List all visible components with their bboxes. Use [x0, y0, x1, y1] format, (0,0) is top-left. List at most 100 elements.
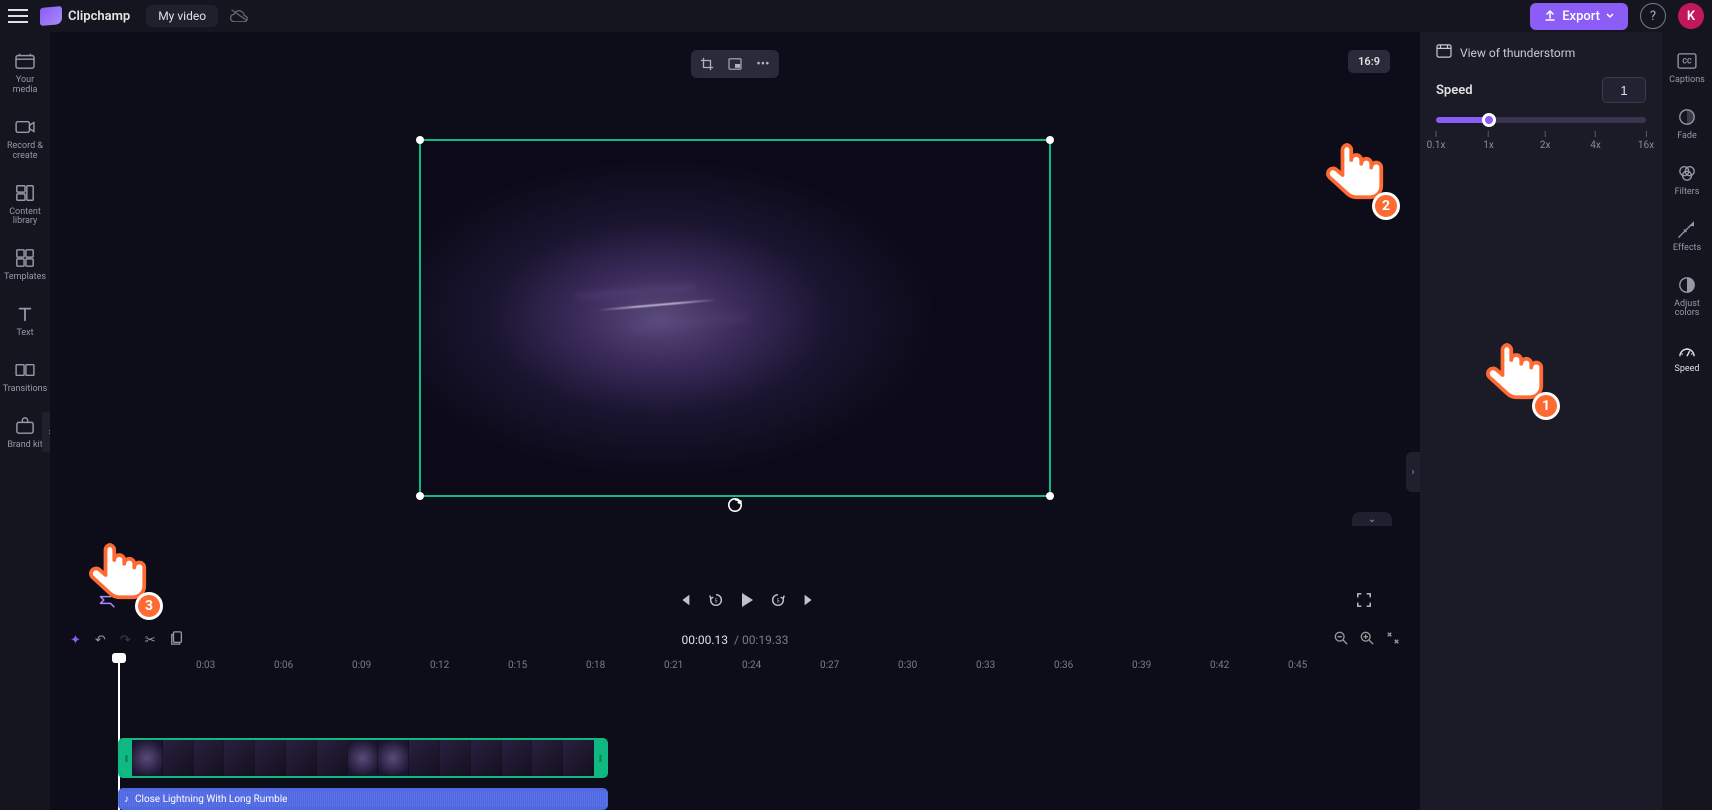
ai-sparkle-button[interactable]: [98, 590, 118, 614]
timeline-ruler[interactable]: 0:030:060:090:120:150:180:210:240:270:30…: [118, 658, 1410, 678]
svg-text:5: 5: [715, 599, 718, 605]
ruler-label: 0:15: [508, 660, 527, 671]
ruler-label: 0:33: [976, 660, 995, 671]
sidebar-item-record-create[interactable]: Record & create: [3, 110, 47, 168]
slider-tick: 2x: [1540, 131, 1551, 151]
help-button[interactable]: ?: [1640, 3, 1666, 29]
speed-label: Speed: [1436, 83, 1473, 98]
duplicate-button[interactable]: [170, 630, 184, 650]
aspect-ratio-button[interactable]: 16:9: [1348, 50, 1390, 73]
left-sidebar: Your media Record & create Content libra…: [0, 32, 50, 810]
right-tab-speed[interactable]: Speed: [1665, 333, 1709, 381]
ruler-label: 0:12: [430, 660, 449, 671]
collapse-timeline-button[interactable]: ⌄: [1352, 512, 1392, 526]
resize-handle-br[interactable]: [1046, 492, 1054, 500]
resize-handle-tr[interactable]: [1046, 136, 1054, 144]
menu-button[interactable]: [8, 6, 28, 26]
sidebar-item-content-library[interactable]: Content library: [3, 176, 47, 234]
ruler-label: 0:09: [352, 660, 371, 671]
sidebar-item-text[interactable]: Text: [3, 297, 47, 345]
ruler-label: 0:21: [664, 660, 683, 671]
speed-input[interactable]: [1602, 77, 1646, 103]
undo-button[interactable]: ↶: [95, 633, 106, 648]
slider-tick: 0.1x: [1427, 131, 1446, 151]
resize-handle-bl[interactable]: [416, 492, 424, 500]
right-tab-label: Effects: [1673, 244, 1701, 254]
fullscreen-button[interactable]: [1356, 592, 1372, 612]
sidebar-item-your-media[interactable]: Your media: [3, 44, 47, 102]
expand-right-panel-button[interactable]: ›: [1406, 452, 1420, 492]
duration: 00:19.33: [742, 633, 789, 647]
chevron-down-icon: [1606, 12, 1614, 20]
export-label: Export: [1562, 9, 1600, 24]
timeline-tracks[interactable]: || || ♪ Close Lightning With Long Rumble: [118, 678, 1410, 810]
right-tab-label: Fade: [1677, 132, 1697, 142]
right-tab-filters[interactable]: Filters: [1665, 156, 1709, 204]
fit-timeline-button[interactable]: [1386, 631, 1400, 649]
templates-icon: [14, 247, 36, 269]
preview-canvas[interactable]: [419, 139, 1051, 497]
slider-tick: 4x: [1590, 131, 1601, 151]
sidebar-item-templates[interactable]: Templates: [3, 241, 47, 289]
cloud-off-icon: [230, 7, 248, 26]
brand-kit-icon: [14, 415, 36, 437]
audio-clip[interactable]: ♪ Close Lightning With Long Rumble: [118, 788, 608, 810]
clip-title: View of thunderstorm: [1460, 46, 1575, 60]
fade-icon: [1676, 106, 1698, 128]
svg-text:CC: CC: [1682, 57, 1692, 66]
right-tab-captions[interactable]: CC Captions: [1665, 44, 1709, 92]
current-time: 00:00.13: [682, 633, 729, 647]
crop-button[interactable]: [694, 53, 720, 75]
ruler-label: 0:39: [1132, 660, 1151, 671]
camera-icon: [14, 116, 36, 138]
slider-tick: 16x: [1638, 131, 1654, 151]
ruler-label: 0:24: [742, 660, 761, 671]
ai-timeline-button[interactable]: ✦: [70, 633, 81, 648]
sidebar-label: Brand kit: [7, 441, 42, 451]
speed-icon: [1676, 339, 1698, 361]
ruler-label: 0:18: [586, 660, 605, 671]
ruler-label: 0:30: [898, 660, 917, 671]
skip-forward-button[interactable]: [802, 593, 816, 611]
speed-slider[interactable]: [1436, 117, 1646, 123]
preview-toolbar: •••: [691, 50, 779, 78]
sidebar-label: Your media: [3, 76, 47, 96]
sidebar-label: Text: [16, 329, 33, 339]
right-tab-label: Speed: [1674, 365, 1699, 375]
library-icon: [14, 182, 36, 204]
zoom-out-button[interactable]: [1334, 631, 1348, 649]
right-tab-effects[interactable]: Effects: [1665, 212, 1709, 260]
split-button[interactable]: ✂: [145, 633, 156, 648]
redo-button: ↷: [120, 633, 131, 648]
rewind-button[interactable]: 5: [708, 592, 724, 612]
audio-clip-name: Close Lightning With Long Rumble: [135, 794, 287, 805]
brand-name: Clipchamp: [68, 9, 130, 24]
ruler-label: 0:36: [1054, 660, 1073, 671]
sidebar-item-brand-kit[interactable]: Brand kit: [3, 409, 47, 457]
rotate-handle[interactable]: [727, 497, 743, 513]
sidebar-label: Transitions: [3, 385, 48, 395]
resize-handle-tl[interactable]: [416, 136, 424, 144]
slider-thumb[interactable]: [1482, 113, 1496, 127]
ruler-label: 0:42: [1210, 660, 1229, 671]
play-button[interactable]: [740, 592, 754, 612]
ruler-label: 0:06: [274, 660, 293, 671]
more-button[interactable]: •••: [750, 53, 776, 75]
sidebar-item-transitions[interactable]: Transitions: [3, 353, 47, 401]
forward-button[interactable]: 5: [770, 592, 786, 612]
right-tab-fade[interactable]: Fade: [1665, 100, 1709, 148]
video-clip[interactable]: || ||: [118, 738, 608, 778]
zoom-in-button[interactable]: [1360, 631, 1374, 649]
right-tab-label: Captions: [1669, 76, 1705, 86]
clip-handle-left[interactable]: ||: [120, 740, 132, 776]
pip-button[interactable]: [722, 53, 748, 75]
clip-thumbnails: [132, 740, 594, 776]
clip-handle-right[interactable]: ||: [594, 740, 606, 776]
right-tab-adjust-colors[interactable]: Adjust colors: [1665, 268, 1709, 326]
upload-icon: [1544, 10, 1556, 22]
project-name[interactable]: My video: [146, 5, 218, 27]
avatar[interactable]: K: [1678, 3, 1704, 29]
skip-back-button[interactable]: [678, 593, 692, 611]
speed-ticks: 0.1x1x2x4x16x: [1436, 131, 1646, 151]
export-button[interactable]: Export: [1530, 3, 1628, 30]
